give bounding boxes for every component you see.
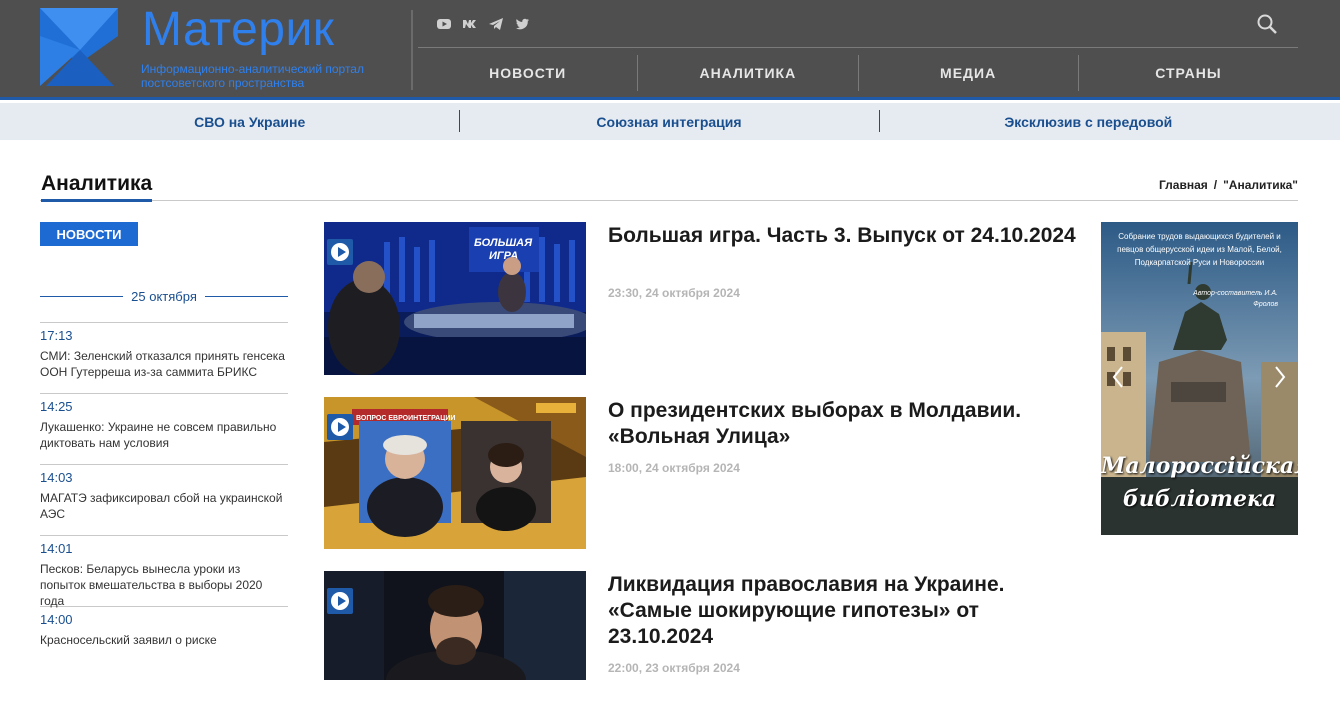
play-icon[interactable] bbox=[327, 414, 353, 440]
main-nav-news[interactable]: НОВОСТИ bbox=[418, 55, 639, 91]
library-banner[interactable]: Собрание трудов выдающихся будителей и п… bbox=[1101, 222, 1298, 535]
banner-title-line1: Малороссiйская bbox=[1101, 453, 1298, 479]
telegram-icon[interactable] bbox=[488, 16, 504, 32]
breadcrumb: Главная / "Аналитика" bbox=[1159, 178, 1298, 192]
social-links bbox=[436, 16, 530, 32]
news-feed-item[interactable]: 14:25 Лукашенко: Украине не совсем прави… bbox=[40, 393, 288, 464]
news-feed-item[interactable]: 17:13 СМИ: Зеленский отказался принять г… bbox=[40, 322, 288, 393]
main-nav-media[interactable]: МЕДИА bbox=[859, 55, 1079, 91]
banner-author: Автор-составитель И.А. Фролов bbox=[1193, 290, 1278, 308]
news-headline[interactable]: Лукашенко: Украине не совсем правильно д… bbox=[40, 419, 288, 451]
sub-nav-svo[interactable]: СВО на Украине bbox=[40, 103, 459, 140]
logo-icon[interactable] bbox=[40, 8, 120, 88]
breadcrumb-current: "Аналитика" bbox=[1223, 178, 1298, 192]
banner-description: Собрание трудов выдающихся будителей и п… bbox=[1117, 232, 1282, 267]
chevron-right-icon[interactable] bbox=[1273, 365, 1287, 389]
article-card[interactable]: ВОПРОС ЕВРОИНТЕГРАЦИИ О президентских вы… bbox=[324, 397, 1084, 550]
news-feed-item[interactable]: 14:03 МАГАТЭ зафиксировал сбой на украин… bbox=[40, 464, 288, 535]
article-thumbnail[interactable] bbox=[324, 571, 586, 680]
article-card[interactable]: БОЛЬШАЯ ИГРА Большая игра. Часть 3. Выпу… bbox=[324, 222, 1084, 375]
news-headline[interactable]: Песков: Беларусь вынесла уроки из попыто… bbox=[40, 561, 288, 609]
news-badge[interactable]: НОВОСТИ bbox=[40, 222, 138, 246]
chevron-left-icon[interactable] bbox=[1111, 365, 1125, 389]
vk-icon[interactable] bbox=[462, 16, 478, 32]
sub-nav: СВО на Украине Союзная интеграция Эксклю… bbox=[0, 103, 1340, 140]
news-feed-item[interactable]: 14:01 Песков: Беларусь вынесла уроки из … bbox=[40, 535, 288, 609]
play-icon[interactable] bbox=[327, 239, 353, 265]
twitter-icon[interactable] bbox=[514, 16, 530, 32]
news-time: 14:03 bbox=[40, 470, 73, 485]
site-title[interactable]: Материк bbox=[142, 2, 334, 57]
banner-title-line2: библiотека bbox=[1122, 486, 1277, 512]
sub-nav-exclusive[interactable]: Эксклюзив с передовой bbox=[878, 103, 1298, 140]
site-subtitle: Информационно-аналитический портал постс… bbox=[141, 62, 364, 90]
breadcrumb-separator: / bbox=[1213, 178, 1218, 192]
main-nav-countries[interactable]: СТРАНЫ bbox=[1079, 55, 1298, 91]
header-line bbox=[418, 47, 1298, 48]
article-date: 23:30, 24 октября 2024 bbox=[608, 286, 740, 300]
news-time: 14:01 bbox=[40, 541, 73, 556]
site-header: Материк Информационно-аналитический порт… bbox=[0, 0, 1340, 100]
banner-title: Малороссiйская библiотека bbox=[1101, 450, 1298, 516]
page-title: Аналитика bbox=[41, 172, 153, 202]
breadcrumb-home[interactable]: Главная bbox=[1159, 178, 1208, 192]
svg-text:ВОПРОС ЕВРОИНТЕГРАЦИИ: ВОПРОС ЕВРОИНТЕГРАЦИИ bbox=[356, 415, 455, 422]
article-thumbnail[interactable]: БОЛЬШАЯ ИГРА bbox=[324, 222, 586, 375]
youtube-icon[interactable] bbox=[436, 16, 452, 32]
news-headline[interactable]: Красносельский заявил о риске bbox=[40, 632, 288, 648]
article-date: 22:00, 23 октября 2024 bbox=[608, 661, 740, 675]
news-time: 17:13 bbox=[40, 328, 73, 343]
news-time: 14:00 bbox=[40, 612, 73, 627]
main-nav: НОВОСТИ АНАЛИТИКА МЕДИА СТРАНЫ bbox=[418, 55, 1298, 91]
article-thumbnail[interactable]: ВОПРОС ЕВРОИНТЕГРАЦИИ bbox=[324, 397, 586, 550]
article-card[interactable]: Ликвидация православия на Украине. «Самы… bbox=[324, 571, 1084, 724]
news-time: 14:25 bbox=[40, 399, 73, 414]
feed-date: 25 октября bbox=[131, 288, 197, 304]
news-headline[interactable]: СМИ: Зеленский отказался принять генсека… bbox=[40, 348, 288, 380]
news-headline[interactable]: МАГАТЭ зафиксировал сбой на украинской А… bbox=[40, 490, 288, 522]
article-date: 18:00, 24 октября 2024 bbox=[608, 461, 740, 475]
news-feed-item[interactable]: 14:00 Красносельский заявил о риске bbox=[40, 606, 288, 677]
search-icon[interactable] bbox=[1256, 13, 1278, 35]
article-title[interactable]: О президентских выборах в Молдавии. «Вол… bbox=[608, 398, 1078, 450]
feed-date-separator: 25 октября bbox=[40, 287, 289, 305]
sub-nav-union[interactable]: Союзная интеграция bbox=[459, 103, 878, 140]
news-feed: 17:13 СМИ: Зеленский отказался принять г… bbox=[40, 322, 288, 677]
article-title[interactable]: Большая игра. Часть 3. Выпуск от 24.10.2… bbox=[608, 223, 1078, 249]
main-nav-analytics[interactable]: АНАЛИТИКА bbox=[638, 55, 859, 91]
play-icon[interactable] bbox=[327, 588, 353, 614]
section-header: Аналитика Главная / "Аналитика" bbox=[40, 170, 1298, 202]
article-title[interactable]: Ликвидация православия на Украине. «Самы… bbox=[608, 572, 1078, 650]
svg-text:БОЛЬШАЯ: БОЛЬШАЯ bbox=[474, 237, 533, 249]
header-divider bbox=[411, 10, 413, 90]
